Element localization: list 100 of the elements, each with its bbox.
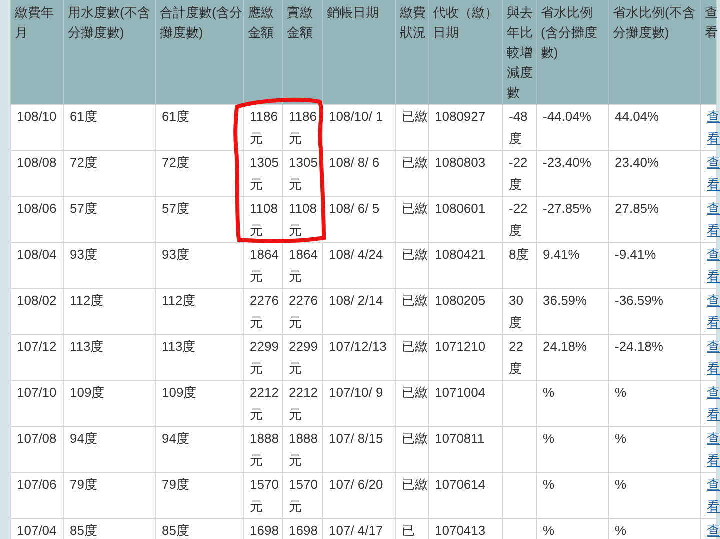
table-cell: 1698 [250, 522, 279, 538]
view-link[interactable]: 查看 [707, 474, 720, 518]
table-cell: 108/06 [17, 200, 57, 216]
table-cell: 8度 [509, 246, 530, 262]
view-link[interactable]: 查看 [707, 382, 720, 426]
table-cell: 已繳 [402, 154, 428, 170]
table-cell: 已繳 [402, 246, 428, 262]
column-header: 合計度數(含分攤度數) [160, 5, 242, 40]
table-cell: 1570元 [289, 476, 318, 514]
table-cell: 36.59% [543, 292, 588, 308]
table-cell: 2276元 [250, 292, 279, 330]
table-cell: 已繳 [402, 108, 428, 124]
table-cell: 2212元 [289, 384, 318, 422]
table-cell: 57度 [162, 200, 190, 216]
table-cell: 107/04 [17, 522, 57, 538]
table-cell: -22度 [509, 200, 528, 238]
table-cell: % [615, 430, 627, 446]
table-cell: 已繳 [402, 384, 428, 400]
table-cell: 1080421 [435, 246, 486, 262]
column-header: 與去年比較增減度數 [507, 5, 533, 100]
table-cell: 61度 [70, 108, 98, 124]
view-link[interactable]: 查 [707, 520, 720, 539]
column-header: 實繳金額 [287, 5, 313, 40]
column-header: 查看 [705, 5, 718, 40]
table-cell: 已繳 [402, 430, 428, 446]
table-cell: 24.18% [543, 338, 588, 354]
column-header: 用水度數(不含分攤度數) [68, 5, 150, 40]
table-cell: -36.59% [615, 292, 664, 308]
table-cell: 23.40% [615, 154, 660, 170]
table-cell: % [543, 384, 555, 400]
table-cell: 108/10 [17, 108, 57, 124]
table-cell: 108/ 8/ 6 [329, 154, 380, 170]
table-cell: 1888元 [289, 430, 318, 468]
table-cell: 108/ 2/14 [329, 292, 384, 308]
view-link[interactable]: 查看 [707, 152, 720, 196]
table-cell: 1080205 [435, 292, 486, 308]
table-cell: 93度 [70, 246, 98, 262]
table-cell: 107/12 [17, 338, 57, 354]
table-cell: 1864元 [289, 246, 318, 284]
view-link[interactable]: 查看 [707, 106, 720, 150]
column-header: 省水比例(含分攤度數) [541, 5, 598, 60]
table-cell: 22度 [509, 338, 524, 376]
table-cell: 79度 [162, 476, 190, 492]
view-link[interactable]: 查看 [707, 290, 720, 334]
column-header: 省水比例(不含分攤度數) [613, 5, 696, 40]
table-cell: 107/ 6/20 [329, 476, 384, 492]
table-cell: 1080927 [435, 108, 486, 124]
table-cell: -27.85% [543, 200, 592, 216]
table-cell: 112度 [70, 292, 104, 308]
table-cell: 108/08 [17, 154, 57, 170]
table-cell: % [543, 522, 555, 538]
table-cell: 27.85% [615, 200, 660, 216]
table-cell: % [615, 384, 627, 400]
table-cell: 1080803 [435, 154, 486, 170]
table-cell: 1305元 [250, 154, 279, 192]
table-cell: 1888元 [250, 430, 279, 468]
table-cell: 57度 [70, 200, 98, 216]
table-cell: 112度 [162, 292, 196, 308]
view-link[interactable]: 查看 [707, 428, 720, 472]
table-cell: 109度 [70, 384, 105, 400]
table-cell: 1108元 [250, 200, 278, 238]
table-cell: 1070614 [435, 476, 486, 492]
table-cell: 113度 [162, 338, 196, 354]
table-cell: 61度 [162, 108, 190, 124]
column-header: 銷帳日期 [327, 5, 379, 20]
table-cell: 已繳 [402, 200, 428, 216]
table-cell: 109度 [162, 384, 197, 400]
table-cell: 72度 [70, 154, 98, 170]
table-cell: 44.04% [615, 108, 660, 124]
table-cell: 108/10/ 1 [329, 108, 384, 124]
table-cell: % [615, 476, 627, 492]
table-cell: % [615, 522, 627, 538]
table-cell: -23.40% [543, 154, 592, 170]
table-cell: 1305元 [289, 154, 318, 192]
view-link[interactable]: 查看 [707, 336, 720, 380]
table-cell: 9.41% [543, 246, 580, 262]
table-cell: 94度 [162, 430, 190, 446]
table-cell: 107/06 [17, 476, 57, 492]
view-link[interactable]: 查看 [707, 198, 720, 242]
table-cell: 1186元 [289, 108, 317, 146]
column-header: 應繳金額 [248, 5, 274, 40]
table-cell: 107/10/ 9 [329, 384, 384, 400]
table-cell: 108/04 [17, 246, 57, 262]
table-cell: 已 [402, 522, 415, 538]
view-link[interactable]: 查看 [707, 244, 720, 288]
table-cell: -9.41% [615, 246, 656, 262]
table-cell: 1070811 [435, 430, 485, 446]
table-cell: 1070413 [435, 522, 486, 538]
table-cell: 72度 [162, 154, 190, 170]
table-cell: 30度 [509, 292, 524, 330]
table-cell: 1570元 [250, 476, 279, 514]
table-cell: -48度 [509, 108, 528, 146]
table-cell: 2212元 [250, 384, 279, 422]
column-header: 繳費年月 [15, 5, 54, 40]
table-cell: -22度 [509, 154, 528, 192]
table-cell: 107/ 4/17 [329, 522, 384, 538]
table-cell: 已繳 [402, 476, 428, 492]
table-cell: 1186元 [250, 108, 278, 146]
table-cell: 2299元 [250, 338, 279, 376]
table-cell: % [543, 430, 555, 446]
